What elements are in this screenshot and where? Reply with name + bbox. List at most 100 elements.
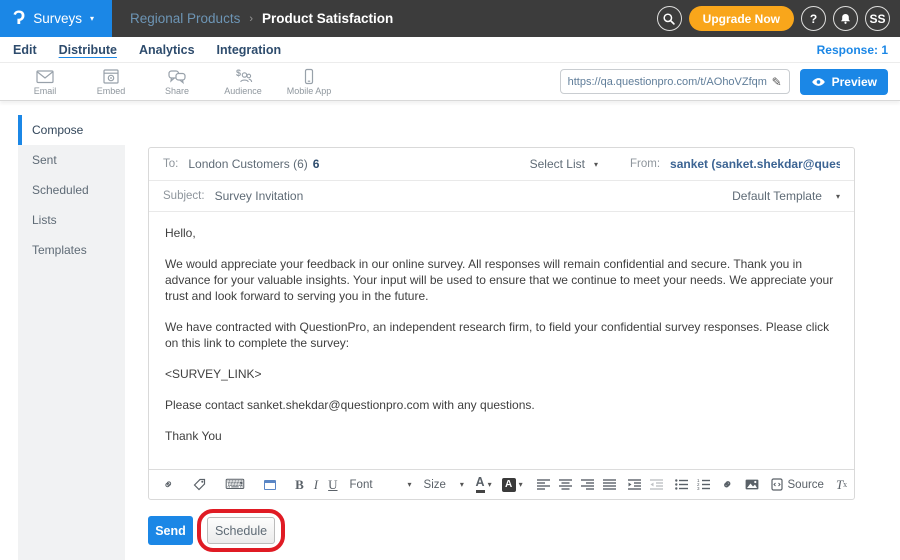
source-button[interactable]: Source: [771, 478, 824, 491]
indent-button[interactable]: [628, 479, 641, 490]
help-button[interactable]: ?: [801, 6, 826, 31]
sidebar-item-scheduled[interactable]: Scheduled: [18, 175, 125, 205]
outdent-icon: [650, 479, 663, 490]
source-label: Source: [788, 479, 824, 491]
select-list-dropdown[interactable]: Select List ▾: [530, 157, 598, 171]
response-count[interactable]: Response: 1: [817, 43, 888, 57]
channel-email[interactable]: Email: [12, 68, 78, 96]
body-paragraph: <SURVEY_LINK>: [165, 366, 838, 382]
numbered-list-button[interactable]: 123: [697, 479, 710, 490]
survey-url-field[interactable]: https://qa.questionpro.com/t/AOhoVZfqml …: [560, 69, 790, 94]
richtext-toolbar: ⚭ ⌨ B I U Font ▾ Size ▾ A ▾ A ▾: [149, 469, 854, 499]
user-avatar[interactable]: SS: [865, 6, 890, 31]
surveys-product-menu[interactable]: Ɂ Surveys ▾: [0, 0, 112, 37]
widget-button[interactable]: [264, 480, 276, 490]
bulleted-list-icon: [675, 479, 688, 490]
text-color-button[interactable]: A ▾: [476, 476, 492, 492]
chevron-down-icon: ▾: [519, 480, 523, 489]
sidebar-item-templates[interactable]: Templates: [18, 235, 125, 265]
tab-edit[interactable]: Edit: [13, 43, 37, 57]
survey-url-text: https://qa.questionpro.com/t/AOhoVZfqml: [568, 76, 767, 88]
subject-label: Subject:: [163, 190, 205, 202]
from-group: From: sanket (sanket.shekdar@ques...: [630, 157, 840, 171]
merge-tag-button[interactable]: [193, 478, 206, 491]
tab-integration[interactable]: Integration: [217, 43, 282, 57]
text-color-icon: A: [476, 476, 485, 492]
insert-link-button[interactable]: ⚭: [722, 478, 733, 491]
underline-button[interactable]: U: [328, 477, 337, 493]
edit-url-icon[interactable]: ✎: [772, 75, 782, 89]
indent-icon: [628, 479, 641, 490]
red-highlight-annotation: Schedule: [197, 509, 285, 552]
align-center-button[interactable]: [559, 479, 572, 490]
breadcrumb-parent[interactable]: Regional Products: [130, 11, 240, 26]
bold-button[interactable]: B: [295, 477, 304, 493]
align-center-icon: [559, 479, 572, 490]
search-icon: [662, 12, 676, 26]
align-left-icon: [537, 479, 550, 490]
recipient-count: 6: [313, 157, 320, 171]
channel-share[interactable]: Share: [144, 68, 210, 96]
font-dropdown[interactable]: Font ▾: [350, 479, 412, 491]
keyboard-icon: ⌨: [225, 476, 245, 493]
from-value[interactable]: sanket (sanket.shekdar@ques...: [670, 157, 840, 171]
eye-icon: [811, 77, 826, 87]
align-right-button[interactable]: [581, 479, 594, 490]
email-body-editor[interactable]: Hello, We would appreciate your feedback…: [149, 212, 854, 471]
chevron-down-icon: ▾: [460, 480, 464, 489]
channel-audience[interactable]: $ Audience: [210, 68, 276, 96]
size-dropdown[interactable]: Size ▾: [424, 479, 464, 491]
send-button[interactable]: Send: [148, 516, 193, 545]
tab-distribute[interactable]: Distribute: [59, 43, 117, 57]
preview-button[interactable]: Preview: [800, 69, 888, 95]
insert-image-button[interactable]: [745, 479, 759, 490]
audience-icon: $: [233, 68, 253, 85]
schedule-button[interactable]: Schedule: [207, 517, 275, 544]
subject-value[interactable]: Survey Invitation: [215, 189, 304, 203]
source-icon: [771, 478, 783, 491]
template-dropdown[interactable]: Default Template ▾: [732, 189, 840, 203]
header-actions: Upgrade Now ? SS: [657, 6, 900, 31]
widget-icon: [264, 480, 276, 490]
sidebar-item-sent[interactable]: Sent: [18, 145, 125, 175]
image-icon: [745, 479, 759, 490]
tab-analytics[interactable]: Analytics: [139, 43, 195, 57]
to-value[interactable]: London Customers (6): [188, 157, 307, 171]
breadcrumb-separator-icon: ›: [249, 13, 253, 25]
svg-text:3: 3: [697, 486, 700, 490]
sidebar-item-lists[interactable]: Lists: [18, 205, 125, 235]
tag-icon: [193, 478, 206, 491]
justify-icon: [603, 479, 616, 490]
link-button[interactable]: ⚭: [163, 478, 174, 491]
top-header: Ɂ Surveys ▾ Regional Products › Product …: [0, 0, 900, 37]
chevron-down-icon: ▾: [836, 192, 840, 201]
remove-format-button[interactable]: Tx: [836, 477, 847, 493]
sidebar-item-compose[interactable]: Compose: [18, 115, 125, 145]
to-row: To: London Customers (6) 6 Select List ▾…: [149, 148, 854, 181]
search-button[interactable]: [657, 6, 682, 31]
link-icon: ⚭: [160, 476, 177, 493]
outdent-button[interactable]: [650, 479, 663, 490]
body-paragraph: Hello,: [165, 225, 838, 241]
from-label: From:: [630, 158, 660, 170]
background-color-button[interactable]: A ▾: [502, 478, 523, 492]
subject-row: Subject: Survey Invitation Default Templ…: [149, 181, 854, 212]
align-right-icon: [581, 479, 594, 490]
upgrade-now-button[interactable]: Upgrade Now: [689, 6, 794, 31]
numbered-list-icon: 123: [697, 479, 710, 490]
keyboard-button[interactable]: ⌨: [225, 476, 245, 493]
channel-embed[interactable]: Embed: [78, 68, 144, 96]
chevron-down-icon: ▾: [488, 480, 492, 489]
distribute-sidebar: Compose Sent Scheduled Lists Templates: [18, 115, 125, 560]
channel-mobile-app[interactable]: Mobile App: [276, 68, 342, 96]
justify-button[interactable]: [603, 479, 616, 490]
bulleted-list-button[interactable]: [675, 479, 688, 490]
email-compose-panel: To: London Customers (6) 6 Select List ▾…: [148, 147, 855, 500]
notifications-button[interactable]: [833, 6, 858, 31]
background-color-icon: A: [502, 478, 516, 492]
product-name: Surveys: [33, 11, 82, 26]
italic-button[interactable]: I: [314, 477, 318, 493]
breadcrumb-current: Product Satisfaction: [262, 11, 393, 26]
align-left-button[interactable]: [537, 479, 550, 490]
body-paragraph: Thank You: [165, 428, 838, 444]
